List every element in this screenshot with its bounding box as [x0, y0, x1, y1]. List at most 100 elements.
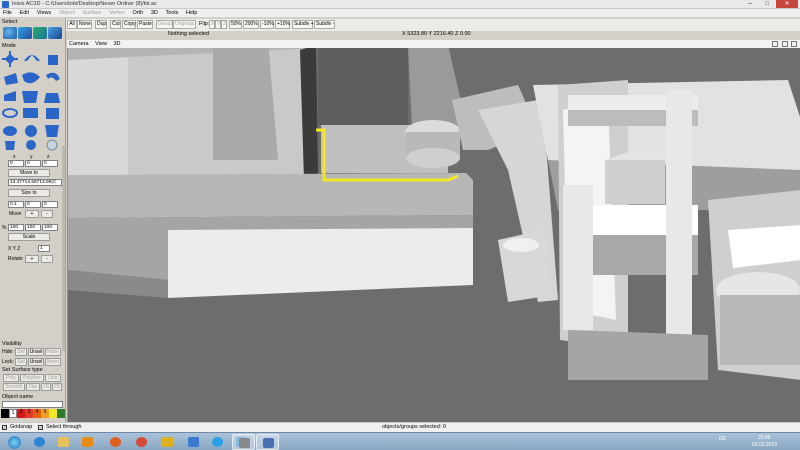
- ellipse-icon[interactable]: [2, 108, 18, 118]
- gridsnap-checkbox[interactable]: ✓: [2, 425, 7, 430]
- select-none-button[interactable]: None: [77, 20, 92, 29]
- flip-z-button[interactable]: Z: [221, 20, 227, 29]
- viewport-close-icon[interactable]: [791, 41, 797, 47]
- viewport-menu-camera[interactable]: Camera: [67, 40, 92, 47]
- select-icon[interactable]: [3, 27, 17, 39]
- smooth-button[interactable]: Smooth: [3, 383, 25, 391]
- paste-button[interactable]: Paste: [137, 20, 153, 29]
- palette-swatch-amber[interactable]: 5: [41, 409, 49, 418]
- hide-none-button[interactable]: None: [45, 348, 61, 356]
- poly-button[interactable]: Poly: [3, 374, 19, 382]
- menu-help[interactable]: Help: [183, 9, 200, 17]
- menu-edit[interactable]: Edit: [17, 9, 32, 17]
- lock-unselected-button[interactable]: Unsel: [28, 358, 44, 366]
- move-to-button[interactable]: Move to: [8, 169, 50, 177]
- chrome-icon[interactable]: [130, 434, 153, 450]
- viewport-restore-icon[interactable]: [772, 41, 778, 47]
- move-minus-button[interactable]: -: [41, 210, 53, 218]
- minimize-button[interactable]: ─: [742, 0, 758, 8]
- zoom-50-button[interactable]: 50%: [229, 20, 242, 29]
- scale-x-field[interactable]: 100: [8, 224, 24, 231]
- select-through-checkbox[interactable]: ✓: [38, 425, 43, 430]
- menu-orth[interactable]: Orth: [129, 9, 146, 17]
- sphere-icon[interactable]: [25, 125, 37, 137]
- menu-tools[interactable]: Tools: [163, 9, 182, 17]
- app-icon[interactable]: [156, 434, 179, 450]
- ghost-icon[interactable]: [22, 91, 38, 103]
- polygon-icon[interactable]: [4, 73, 18, 85]
- tube-icon[interactable]: [26, 140, 36, 150]
- move-x-field[interactable]: 0.1: [8, 201, 24, 208]
- palette-swatch-black[interactable]: [1, 409, 9, 418]
- paint-icon[interactable]: [182, 434, 205, 450]
- rotate-icon[interactable]: [24, 55, 40, 61]
- zoom-minus-10-button[interactable]: -10%: [260, 20, 274, 29]
- copy-button[interactable]: Copy: [122, 20, 136, 29]
- viewport-menu-3d[interactable]: 3D: [111, 40, 123, 47]
- palette-swatch-red[interactable]: 2: [17, 409, 25, 418]
- hide-selected-button[interactable]: Sel: [15, 348, 27, 356]
- palette-swatch-green[interactable]: [57, 409, 65, 418]
- hide-unselected-button[interactable]: Unsel: [28, 348, 44, 356]
- double-sided-button[interactable]: 2S: [52, 383, 62, 391]
- clock-date[interactable]: 03.02.2013: [752, 442, 777, 448]
- duplicate-button[interactable]: Dup: [95, 20, 107, 29]
- clock-time[interactable]: 20:45: [758, 435, 771, 441]
- start-orb[interactable]: [4, 434, 27, 450]
- polyline-button[interactable]: Polyline: [20, 374, 44, 382]
- box-icon[interactable]: [46, 108, 59, 119]
- rotate-minus-button[interactable]: -: [41, 255, 53, 263]
- language-indicator[interactable]: DE: [719, 436, 726, 442]
- move-y-field[interactable]: 0: [25, 201, 41, 208]
- scale-icon[interactable]: [48, 55, 58, 65]
- firefox-icon[interactable]: [104, 434, 127, 450]
- subdiv-plus-button[interactable]: Subdiv +: [292, 20, 314, 29]
- scale-y-field[interactable]: 100: [25, 224, 41, 231]
- flat-button[interactable]: Flat: [26, 383, 40, 391]
- object-name-field[interactable]: [2, 401, 63, 408]
- rotate-plus-button[interactable]: +: [25, 255, 39, 263]
- menu-vertex[interactable]: Vertex: [106, 9, 128, 17]
- select-all-button[interactable]: All: [67, 20, 77, 29]
- lock-none-button[interactable]: None: [45, 358, 61, 366]
- cut-button[interactable]: Cut: [110, 20, 121, 29]
- fax-icon[interactable]: [232, 434, 255, 450]
- palette-swatch-red-orange[interactable]: 3: [25, 409, 33, 418]
- move-z-field[interactable]: 0: [42, 201, 58, 208]
- palette-swatch-yellow[interactable]: [49, 409, 57, 418]
- size-to-button[interactable]: Size to: [8, 189, 50, 197]
- rotate-axes-selector[interactable]: X Y Z: [8, 246, 20, 252]
- lock-selected-button[interactable]: Sel: [15, 358, 27, 366]
- zoom-200-button[interactable]: 200%: [243, 20, 259, 29]
- cone-icon[interactable]: [5, 141, 15, 150]
- stereo-icon[interactable]: [18, 27, 32, 39]
- move-to-x-field[interactable]: 0: [8, 160, 24, 167]
- bend-icon[interactable]: [4, 91, 16, 101]
- loop-icon[interactable]: [46, 72, 60, 81]
- menu-surface[interactable]: Surface: [80, 9, 105, 17]
- cylinder-icon[interactable]: [45, 125, 59, 137]
- ungroup-button[interactable]: Ungroup: [173, 20, 196, 29]
- menu-3d[interactable]: 3D: [148, 9, 161, 17]
- maximize-button[interactable]: □: [759, 0, 775, 8]
- panel-scrollbar[interactable]: [62, 146, 65, 351]
- zoom-plus-10-button[interactable]: +10%: [275, 20, 290, 29]
- media-player-icon[interactable]: [76, 434, 99, 450]
- mesh-icon[interactable]: [44, 93, 60, 103]
- move-plus-button[interactable]: +: [25, 210, 39, 218]
- scale-z-field[interactable]: 100: [42, 224, 58, 231]
- palette-swatch-orange[interactable]: 4: [33, 409, 41, 418]
- move-to-z-field[interactable]: 0: [42, 160, 58, 167]
- select-object-icon[interactable]: [48, 27, 62, 39]
- viewport-maximize-icon[interactable]: [782, 41, 788, 47]
- viewport-menu-view[interactable]: View: [93, 40, 110, 47]
- select-surface-icon[interactable]: [33, 27, 47, 39]
- menu-views[interactable]: Views: [34, 9, 55, 17]
- rectangle-icon[interactable]: [23, 108, 38, 118]
- disc-icon[interactable]: [3, 126, 17, 136]
- group-button[interactable]: Group: [156, 20, 173, 29]
- scale-button[interactable]: Scale: [8, 233, 50, 241]
- move-icon[interactable]: [2, 51, 18, 67]
- line-button[interactable]: Line: [45, 374, 61, 382]
- light-icon[interactable]: [46, 139, 58, 151]
